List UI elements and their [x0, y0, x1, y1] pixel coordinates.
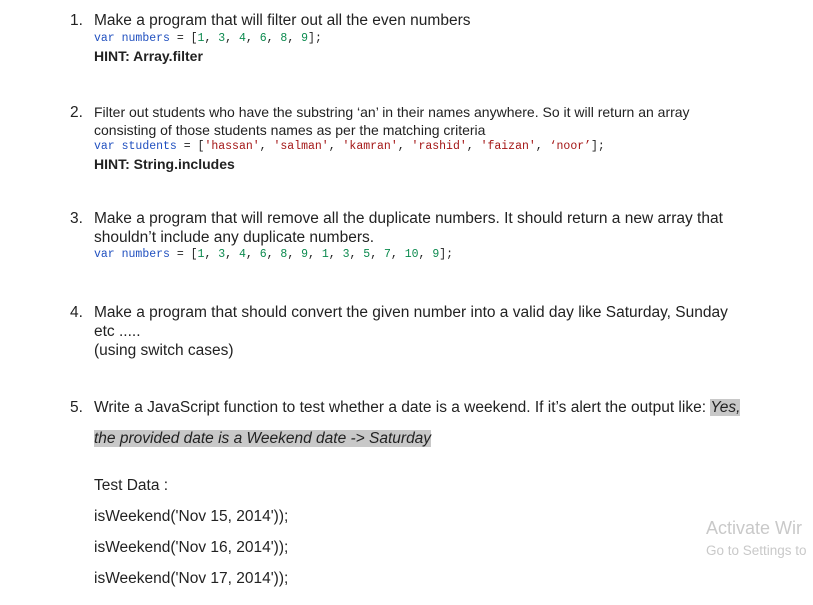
string-literal: 'hassan' — [204, 140, 260, 153]
test-case: isWeekend('Nov 16, 2014')); — [94, 539, 289, 556]
question-text-line-1: Make a program that will remove all the … — [94, 210, 723, 227]
number-literal: 3 — [342, 248, 350, 261]
number-literal: 10 — [404, 248, 419, 261]
number-literal: 9 — [301, 248, 309, 261]
string-literal: ‘noor’ — [549, 140, 592, 153]
number-literal: 8 — [280, 248, 288, 261]
number-literal: 9 — [301, 32, 309, 45]
number-literal: 1 — [197, 248, 205, 261]
string-literal: 'kamran' — [342, 140, 398, 153]
question-text-line-2: shouldn’t include any duplicate numbers. — [94, 229, 375, 246]
highlighted-text: the provided date is a Weekend date -> S… — [94, 430, 432, 447]
question-number: 2. — [70, 104, 83, 121]
code-line: var students = ['hassan', 'salman', 'kam… — [94, 140, 605, 153]
number-literal: 3 — [218, 248, 226, 261]
test-case: isWeekend('Nov 17, 2014')); — [94, 570, 289, 587]
question-text-line-1: Make a program that should convert the g… — [94, 304, 728, 321]
code-line: var numbers = [1, 3, 4, 6, 8, 9]; — [94, 32, 322, 45]
code-line: var numbers = [1, 3, 4, 6, 8, 9, 1, 3, 5… — [94, 248, 454, 261]
question-text-line-2: etc ..... — [94, 323, 141, 340]
test-data-label: Test Data : — [94, 477, 169, 494]
number-literal: 4 — [238, 248, 246, 261]
question-number: 5. — [70, 399, 83, 416]
question-text-line-1: Filter out students who have the substri… — [94, 104, 690, 120]
question-number: 4. — [70, 304, 83, 321]
test-case: isWeekend('Nov 15, 2014')); — [94, 508, 289, 525]
number-literal: 1 — [197, 32, 205, 45]
question-text-line-1: Write a JavaScript function to test whet… — [94, 399, 741, 416]
number-literal: 1 — [321, 248, 329, 261]
number-literal: 4 — [238, 32, 246, 45]
number-literal: 8 — [280, 32, 288, 45]
number-literal: 5 — [363, 248, 371, 261]
string-literal: 'salman' — [273, 140, 329, 153]
activation-watermark-subtitle: Go to Settings to — [706, 543, 807, 558]
question-text-line-2: consisting of those students names as pe… — [94, 122, 486, 138]
highlighted-text: Yes, — [710, 399, 741, 416]
question-number: 1. — [70, 12, 83, 29]
number-literal: 6 — [259, 32, 267, 45]
string-literal: 'faizan' — [480, 140, 536, 153]
question-text: Make a program that will filter out all … — [94, 12, 471, 29]
question-text-line-2: the provided date is a Weekend date -> S… — [94, 429, 774, 448]
question-text-line-3: (using switch cases) — [94, 342, 234, 359]
activation-watermark-title: Activate Wir — [706, 518, 803, 538]
question-number: 3. — [70, 210, 83, 227]
number-literal: 3 — [218, 32, 226, 45]
hint-text: HINT: String.includes — [94, 156, 235, 172]
hint-text: HINT: Array.filter — [94, 48, 203, 64]
number-literal: 7 — [384, 248, 391, 261]
string-literal: 'rashid' — [411, 140, 467, 153]
number-literal: 6 — [259, 248, 267, 261]
